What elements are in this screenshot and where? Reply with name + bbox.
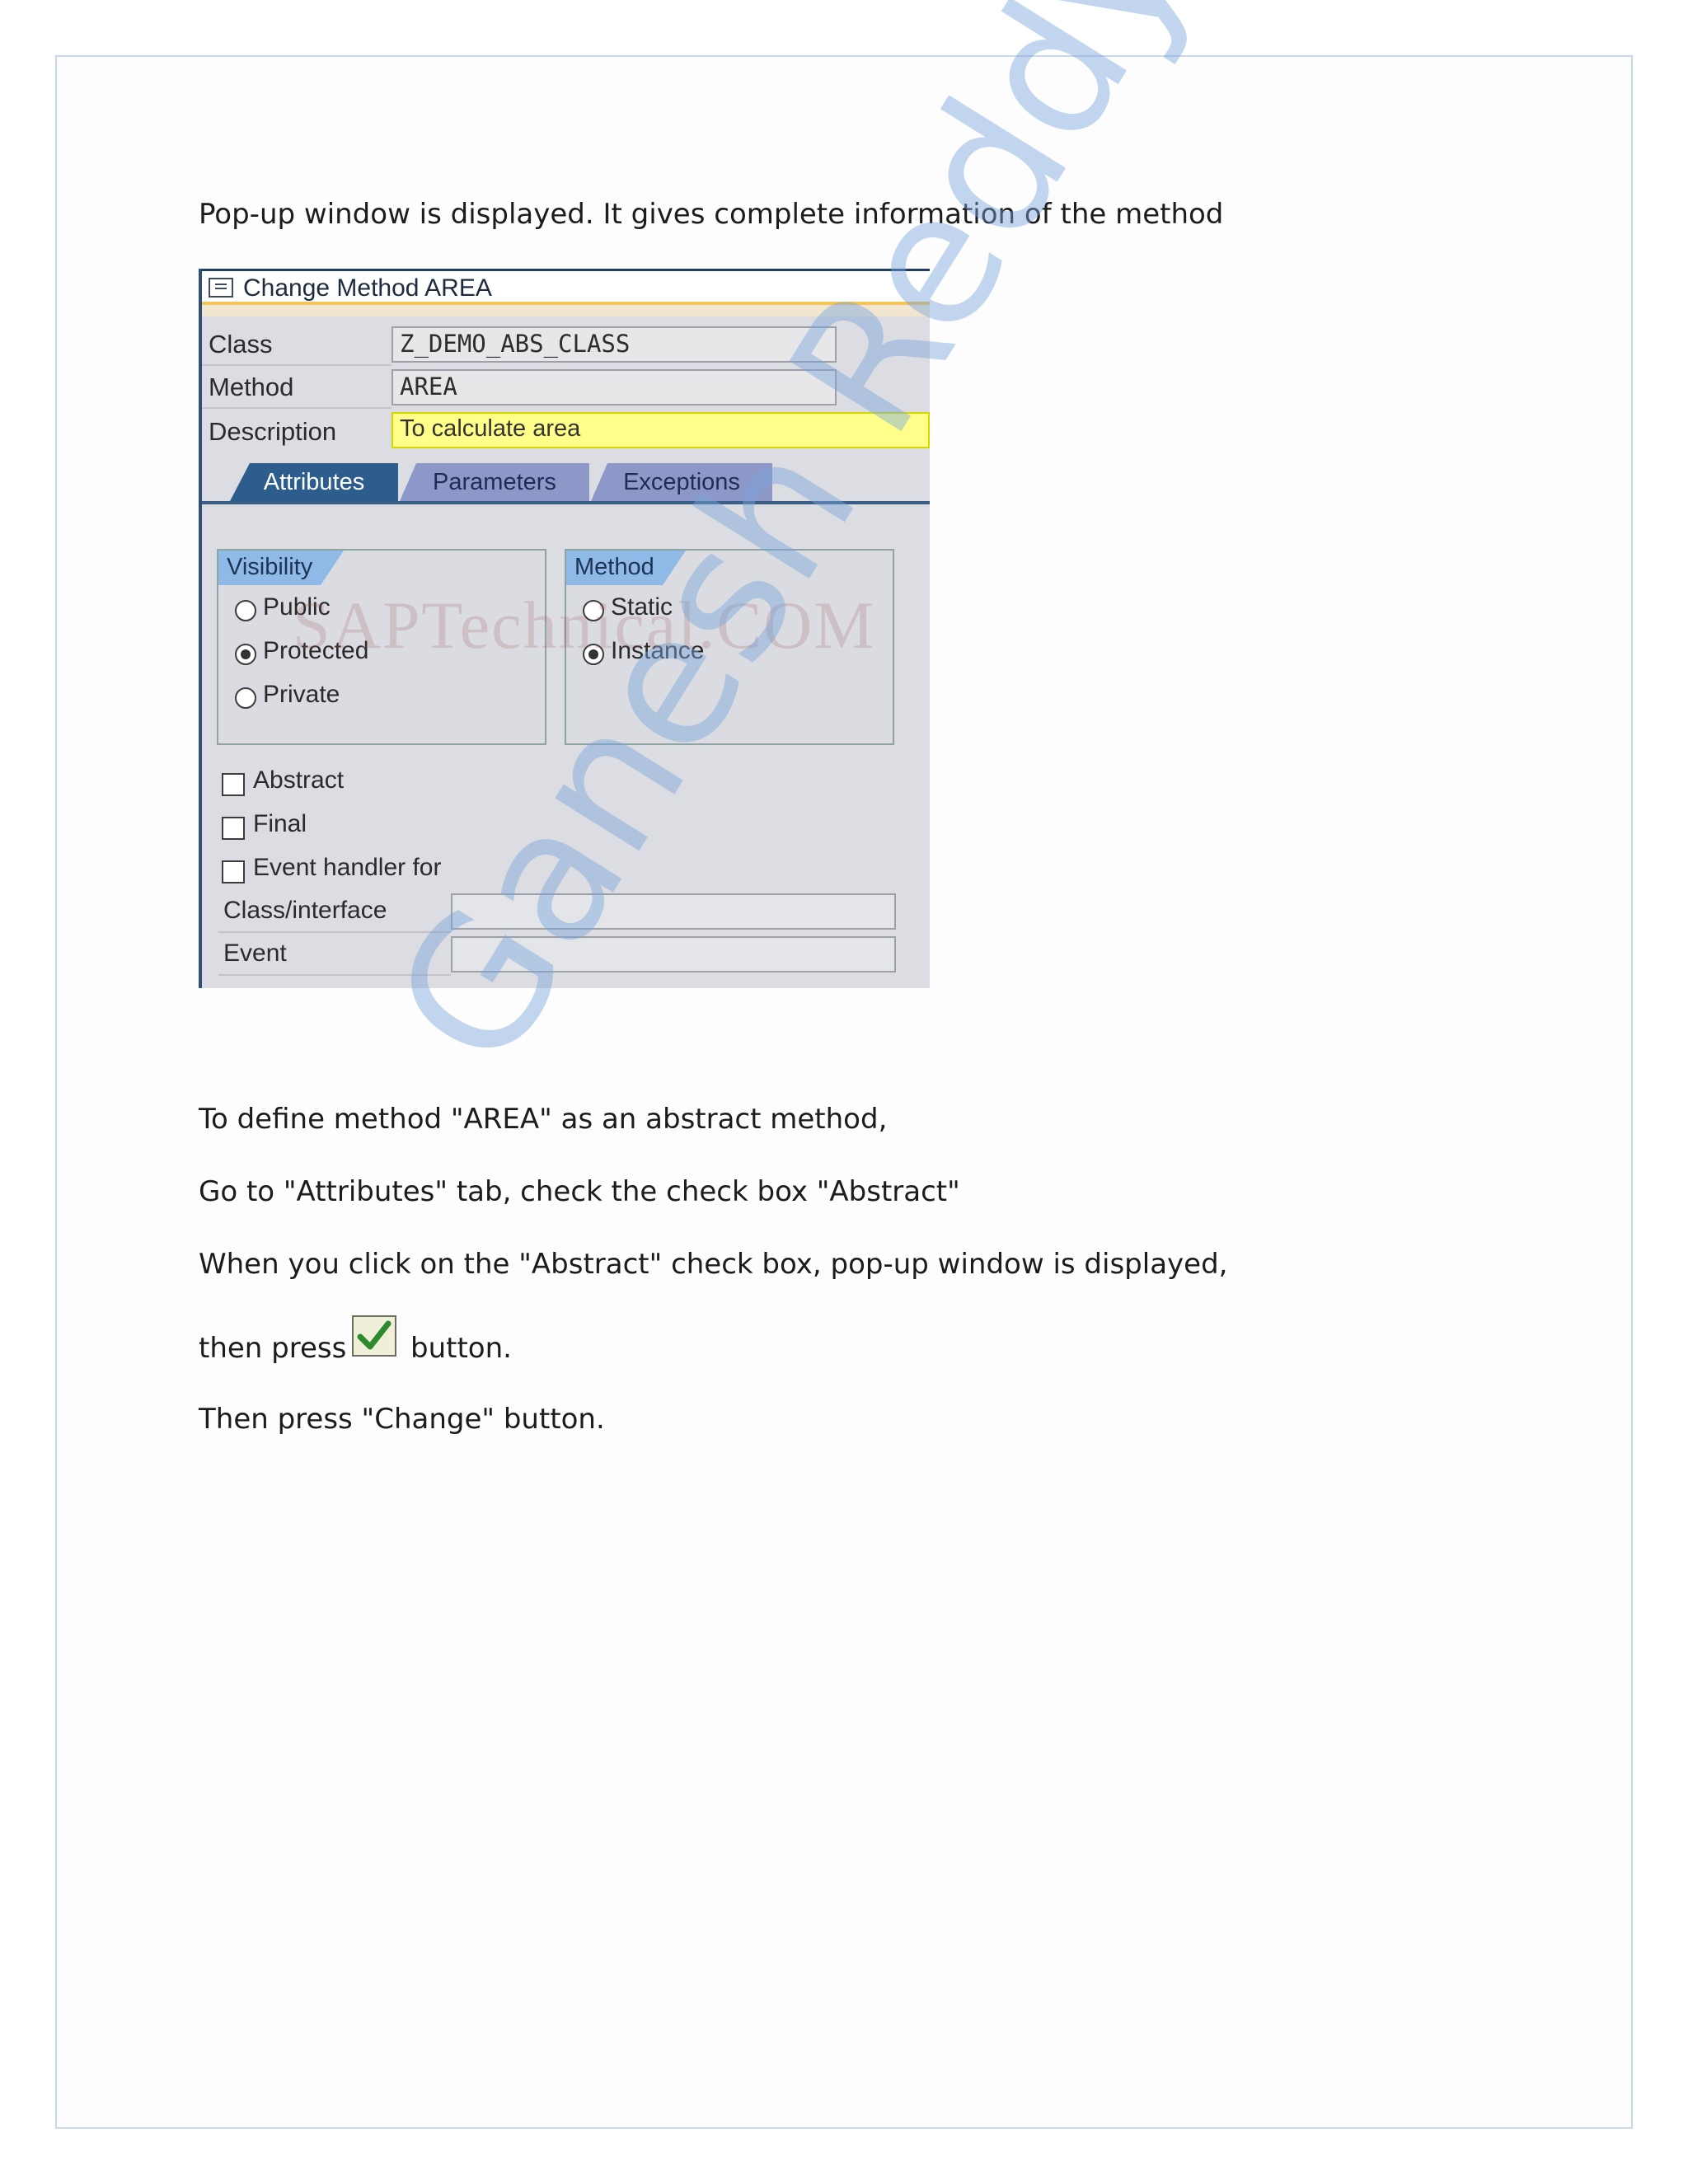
paragraph-1: To define method "AREA" as an abstract m… [199, 1103, 888, 1136]
green-check-icon [352, 1315, 396, 1357]
description-label: Description [209, 417, 337, 446]
class-interface-label: Class/interface [223, 897, 387, 924]
abstract-label: Abstract [253, 766, 345, 794]
paragraph-2: Go to "Attributes" tab, check the check … [199, 1175, 960, 1208]
event-handler-label: Event handler for [253, 854, 442, 881]
final-checkbox[interactable] [222, 817, 245, 840]
private-label: Private [263, 681, 340, 708]
visibility-heading: Visibility [218, 551, 345, 585]
abstract-checkbox[interactable] [222, 773, 245, 796]
field-separator [202, 407, 392, 409]
protected-radio[interactable] [235, 644, 256, 665]
final-label: Final [253, 810, 307, 837]
dialog-title: Change Method AREA [243, 274, 492, 302]
event-label: Event [223, 940, 287, 967]
tab-parameters[interactable]: Parameters [400, 463, 589, 501]
class-label: Class [209, 330, 273, 359]
paragraph-4-end: button. [410, 1332, 512, 1365]
private-radio[interactable] [235, 687, 256, 709]
public-radio[interactable] [235, 600, 256, 621]
tab-attributes[interactable]: Attributes [230, 463, 398, 501]
field-separator [202, 364, 392, 366]
method-label: Method [209, 373, 294, 401]
event-handler-checkbox[interactable] [222, 860, 245, 883]
paragraph-4-start: then press [199, 1332, 347, 1365]
paragraph-5: Then press "Change" button. [199, 1403, 605, 1436]
paragraph-3: When you click on the "Abstract" check b… [199, 1248, 1228, 1281]
change-dialog-icon [209, 278, 233, 298]
